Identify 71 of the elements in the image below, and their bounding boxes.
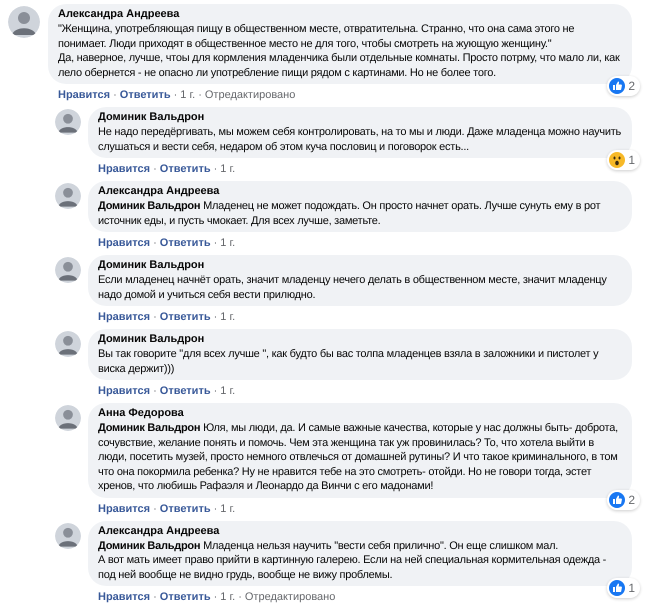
thumbs-up-icon — [609, 78, 626, 94]
reply-link[interactable]: Ответить — [160, 590, 211, 604]
avatar[interactable] — [55, 109, 81, 135]
reaction-badge[interactable]: 1 — [607, 150, 640, 170]
separator-dot: · — [212, 590, 218, 604]
separator-dot: · — [212, 384, 218, 398]
reaction-count: 2 — [628, 492, 636, 508]
timestamp[interactable]: 1 г. — [220, 502, 236, 516]
thumbs-up-icon — [609, 580, 626, 596]
like-link[interactable]: Нравится — [98, 384, 150, 398]
separator-dot: · — [152, 162, 158, 176]
like-link[interactable]: Нравится — [98, 162, 150, 176]
author-name[interactable]: Александра Андреева — [98, 184, 622, 199]
like-link[interactable]: Нравится — [98, 236, 150, 250]
reply-link[interactable]: Ответить — [160, 236, 211, 250]
comment-text: Вы так говорите "для всех лучше ", как будто бы вас толпа младенцев взяла в заложники и пистолет у виска держит))) — [98, 347, 600, 376]
author-name[interactable]: Александра Андреева — [58, 7, 622, 22]
like-link[interactable]: Нравится — [98, 502, 150, 516]
reply-link[interactable]: Ответить — [160, 384, 211, 398]
separator-dot: · — [152, 236, 158, 250]
comment-text: А вот мать имеет право прийти в картинную галерею. Если на ней специальная кормительная одежда - под ней вообще не видно грудь, вообще не вижу проблемы. — [98, 553, 608, 582]
like-link[interactable]: Нравится — [98, 310, 150, 324]
reaction-badge[interactable]: 2 — [607, 76, 640, 96]
timestamp[interactable]: 1 г. — [220, 384, 236, 398]
timestamp[interactable]: 1 г. — [220, 310, 236, 324]
reaction-badge[interactable]: 2 — [607, 490, 640, 510]
reaction-count: 2 — [628, 78, 636, 94]
comment-text: Доминик Вальдрон Младенец не может подождать. Он просто начнет орать. Лучше сунуть ему в рот источник еды, и пусть чмокает. Для всех лучше, заметьте. — [98, 199, 602, 228]
reply-link[interactable]: Ответить — [160, 162, 211, 176]
separator-dot: · — [152, 310, 158, 324]
separator-dot: · — [152, 384, 158, 398]
separator-dot: · — [197, 88, 203, 102]
avatar[interactable] — [55, 522, 81, 548]
timestamp[interactable]: 1 г. — [180, 88, 196, 102]
edited-label: Отредактировано — [204, 88, 296, 102]
avatar[interactable] — [8, 6, 40, 38]
edited-label: Отредактировано — [244, 590, 336, 604]
reaction-badge[interactable]: 1 — [607, 578, 640, 598]
comment-text: Доминик Вальдрон Младенца нельзя научить "вести себя прилично". Он еще слишком мал. — [98, 538, 560, 553]
avatar[interactable] — [55, 257, 81, 283]
reaction-count: 1 — [628, 580, 636, 596]
separator-dot: · — [112, 88, 118, 102]
separator-dot: · — [152, 590, 158, 604]
separator-dot: · — [212, 502, 218, 516]
timestamp[interactable]: 1 г. — [220, 590, 236, 604]
author-name[interactable]: Доминик Вальдрон — [98, 258, 622, 273]
separator-dot: · — [172, 88, 178, 102]
thumbs-up-icon — [609, 492, 626, 508]
reply-link[interactable]: Ответить — [120, 88, 171, 102]
separator-dot: · — [237, 590, 243, 604]
timestamp[interactable]: 1 г. — [220, 236, 236, 250]
author-name[interactable]: Доминик Вальдрон — [98, 332, 622, 347]
reaction-count: 1 — [628, 152, 636, 168]
like-link[interactable]: Нравится — [98, 590, 150, 604]
author-name[interactable]: Анна Федорова — [98, 406, 622, 421]
avatar[interactable] — [55, 183, 81, 209]
timestamp[interactable]: 1 г. — [220, 162, 236, 176]
reply-link[interactable]: Ответить — [160, 310, 211, 324]
separator-dot: · — [212, 310, 218, 324]
comment-text: Если младенец начнёт орать, значит младенцу нечего делать в общественном месте, значит младенцу надо домой и учиться себя вести прилюдно. — [98, 273, 608, 302]
author-name[interactable]: Александра Андреева — [98, 524, 622, 538]
separator-dot: · — [212, 162, 218, 176]
separator-dot: · — [212, 236, 218, 250]
reply-link[interactable]: Ответить — [160, 502, 211, 516]
avatar[interactable] — [55, 405, 81, 431]
separator-dot: · — [152, 502, 158, 516]
comment-text: "Женщина, употребляющая пищу в общественном месте, отвратительна. Странно, что она сама этого не понимает. Люди приходят в общественное место не для того, чтобы смотреть на жующую женщину." — [58, 22, 576, 51]
surprised-emoji-icon — [609, 152, 626, 168]
avatar[interactable] — [55, 331, 81, 357]
like-link[interactable]: Нравится — [58, 88, 110, 102]
author-name[interactable]: Доминик Вальдрон — [98, 110, 622, 125]
